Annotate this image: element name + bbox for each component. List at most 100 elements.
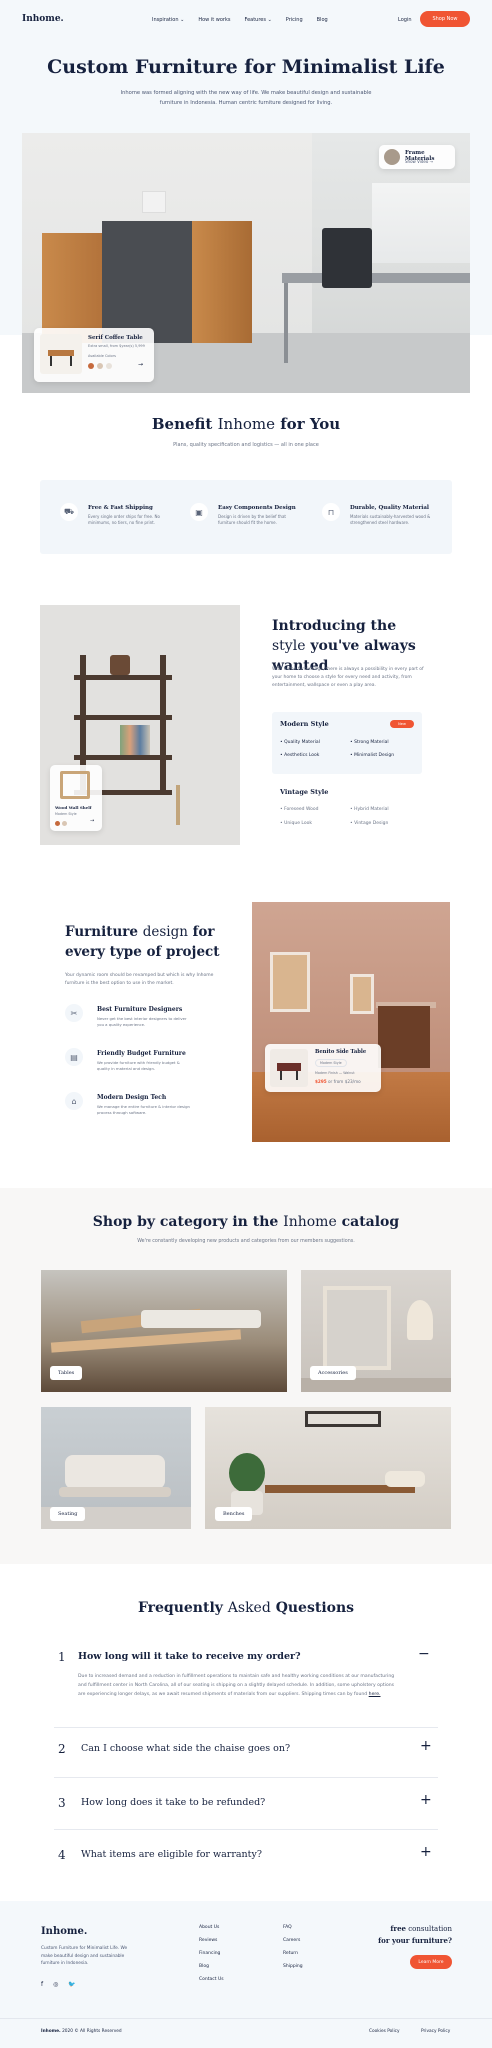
swatch-beige[interactable] <box>62 821 67 826</box>
footer-link-contact[interactable]: Contact Us <box>199 1973 224 1986</box>
vintage-style-option[interactable]: Vintage Style • Foreseed Wood • Hybrid M… <box>272 782 422 842</box>
card-subtitle: Modern Style <box>55 812 77 816</box>
footer-link-reviews[interactable]: Reviews <box>199 1934 224 1947</box>
here-link[interactable]: here. <box>369 1692 381 1697</box>
title-part: catalog <box>341 1214 400 1230</box>
arrow-right-icon: → <box>429 159 433 164</box>
item-label: Strong Material <box>354 740 389 745</box>
feature-desc: We provide furniture with friendly budge… <box>97 1060 180 1071</box>
nav-links: Inspiration ⌄ How it works Features ⌄ Pr… <box>152 17 328 23</box>
list-item: • Quality Material <box>280 740 320 745</box>
cookies-policy-link[interactable]: Cookies Policy <box>369 2029 400 2034</box>
benefit-item-title: Easy Components Design <box>218 505 296 511</box>
faq-item[interactable]: 3 How long does it take to be refunded? … <box>54 1778 438 1830</box>
nav-label: Features <box>244 17 266 23</box>
shop-now-button[interactable]: Shop Now <box>420 11 470 27</box>
box-icon: ▣ <box>190 503 208 521</box>
decor-box <box>142 191 166 213</box>
nav-item-features[interactable]: Features ⌄ <box>244 17 271 23</box>
plus-icon[interactable]: + <box>420 1792 432 1808</box>
benefit-item-desc: Every single order ships for free. No mi… <box>88 514 160 525</box>
faq-item[interactable]: 2 Can I choose what side the chaise goes… <box>54 1728 438 1778</box>
price-tail: or from $23/mo <box>328 1079 361 1084</box>
arrow-right-icon[interactable]: → <box>90 818 94 824</box>
footer-logo[interactable]: Inhome. <box>41 1926 87 1937</box>
room-image: Benito Side Table Modern Style Modern Fi… <box>252 902 450 1142</box>
faq-answer: Due to increased demand and a reduction … <box>78 1672 398 1699</box>
minus-icon[interactable]: − <box>418 1646 430 1662</box>
swatch-beige[interactable] <box>97 363 103 369</box>
item-label: Hybrid Material <box>354 807 389 812</box>
desk <box>282 273 470 283</box>
side-table-thumbnail <box>270 1049 308 1087</box>
instagram-icon[interactable]: ◎ <box>53 1981 58 1988</box>
faq-question: How long does it take to be refunded? <box>81 1797 266 1808</box>
category-benches[interactable]: Benches <box>205 1407 451 1529</box>
cabinet-wood <box>192 221 252 343</box>
category-accessories[interactable]: Accessories <box>301 1270 451 1392</box>
product-title: Serif Coffee Table <box>88 335 143 341</box>
arrow-right-icon[interactable]: → <box>138 361 143 368</box>
feature-desc: Never get the best interior designers to… <box>97 1016 187 1027</box>
item-label: Quality Material <box>284 740 320 745</box>
footer-link-shipping[interactable]: Shipping <box>283 1960 303 1973</box>
coffee-table-thumbnail <box>40 334 82 374</box>
benefit-section: Benefit Inhome for You Plans, quality sp… <box>0 415 492 448</box>
copy-text: 2020 © All Rights Reserved <box>62 2029 122 2034</box>
learn-more-button[interactable]: Learn More <box>410 1955 452 1969</box>
modern-style-option[interactable]: Modern Style New • Quality Material • St… <box>272 712 422 774</box>
color-swatches <box>55 821 67 826</box>
faq-item[interactable]: 4 What items are eligible for warranty? … <box>54 1830 438 1880</box>
show-video-link[interactable]: Show Video → <box>405 159 433 164</box>
swatch-light[interactable] <box>106 363 112 369</box>
benefit-subtitle: Plans, quality specification and logisti… <box>173 442 319 448</box>
facebook-icon[interactable]: f <box>41 1981 43 1988</box>
product-card[interactable]: Serif Coffee Table Extra small, from $ye… <box>34 328 154 382</box>
category-seating[interactable]: Seating <box>41 1407 191 1529</box>
list-item: • Unique Look <box>280 821 312 826</box>
desk-leg <box>284 283 288 363</box>
footer-col-2: FAQ Careers Return Shipping <box>283 1921 303 1973</box>
footer-link-financing[interactable]: Financing <box>199 1947 224 1960</box>
shelf-image: Wood Wall Shelf Modern Style → <box>40 605 240 845</box>
login-link[interactable]: Login <box>398 17 412 23</box>
side-table-card[interactable]: Benito Side Table Modern Style Modern Fi… <box>265 1044 381 1092</box>
logo[interactable]: Inhome. <box>22 14 64 24</box>
plus-icon[interactable]: + <box>420 1738 432 1754</box>
footer-link-blog[interactable]: Blog <box>199 1960 224 1973</box>
nav-item-pricing[interactable]: Pricing <box>286 17 303 23</box>
feature-desc: We manage the entire furniture & interio… <box>97 1104 190 1115</box>
title-part: Furniture <box>65 924 138 940</box>
category-title: Shop by category in the Inhome catalog <box>0 1214 492 1230</box>
top-nav: Inhome. Inspiration ⌄ How it works Featu… <box>0 0 492 40</box>
benefit-title: Benefit Inhome for You <box>0 415 492 433</box>
swatch-orange[interactable] <box>88 363 94 369</box>
project-features: ✂ Best Furniture Designers Never get the… <box>65 1004 215 1124</box>
color-label: Available Colors <box>88 354 116 358</box>
nav-item-how-it-works[interactable]: How it works <box>198 17 230 23</box>
wood-shelf-card[interactable]: Wood Wall Shelf Modern Style → <box>50 765 102 831</box>
feature-list: • Quality Material • Strong Material • A… <box>280 740 420 758</box>
privacy-policy-link[interactable]: Privacy Policy <box>421 2029 450 2034</box>
footer-link-careers[interactable]: Careers <box>283 1934 303 1947</box>
plus-icon[interactable]: + <box>420 1844 432 1860</box>
twitter-icon[interactable]: 🐦 <box>68 1981 75 1988</box>
link-label: Show Video <box>405 159 429 164</box>
title-part: Introducing the <box>272 618 397 634</box>
card-line: Modern Finish — Walnut <box>315 1071 355 1075</box>
faq-item[interactable]: 1 How long will it take to receive my or… <box>54 1646 438 1728</box>
avatar <box>384 149 400 165</box>
footer-link-about[interactable]: About Us <box>199 1921 224 1934</box>
footer-link-faq[interactable]: FAQ <box>283 1921 303 1934</box>
swatch-orange[interactable] <box>55 821 60 826</box>
intro-desc: With home furnishings, there is always a… <box>272 667 424 688</box>
title-part: Benefit <box>151 415 213 433</box>
frame-materials-card[interactable]: Frame Materials Show Video → <box>379 145 455 169</box>
faq-number: 3 <box>58 1796 66 1810</box>
nav-item-inspiration[interactable]: Inspiration ⌄ <box>152 17 184 23</box>
category-tables[interactable]: Tables <box>41 1270 287 1392</box>
nav-item-blog[interactable]: Blog <box>317 17 328 23</box>
faq-question: Can I choose what side the chaise goes o… <box>81 1743 291 1754</box>
list-item: • Vintage Design <box>350 821 389 826</box>
footer-link-return[interactable]: Return <box>283 1947 303 1960</box>
